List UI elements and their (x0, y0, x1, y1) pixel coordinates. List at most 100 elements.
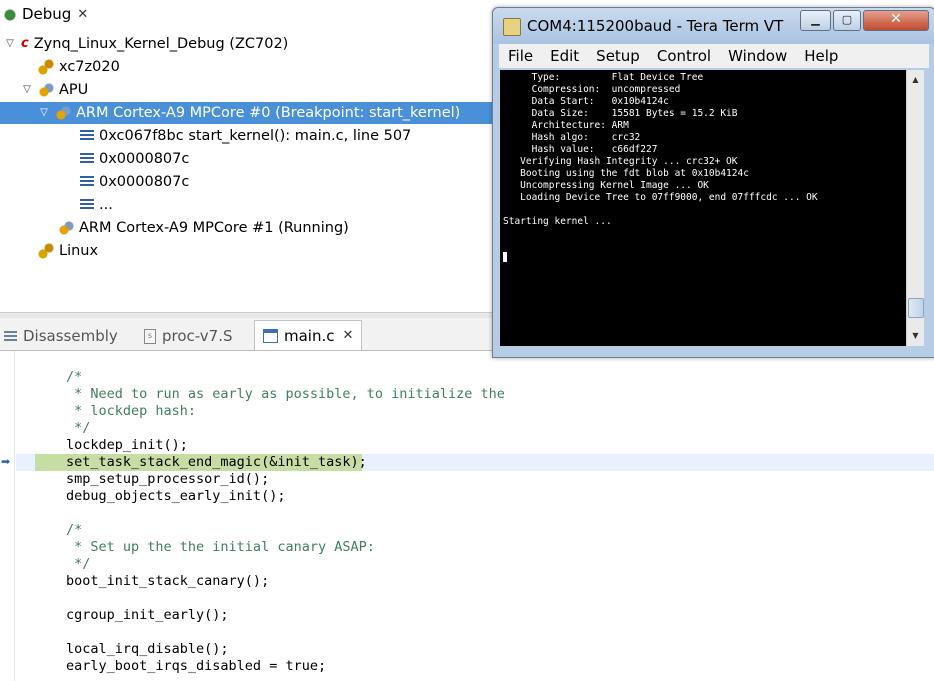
tree-item-apu[interactable]: ▽ APU (21, 79, 88, 101)
tree-item-core1[interactable]: ARM Cortex-A9 MPCore #1 (Running) (58, 217, 349, 239)
stack-frame-icon (80, 176, 94, 188)
teraterm-app-icon (503, 18, 521, 36)
terminal-line: Data Size: 15581 Bytes = 15.2 KiB (503, 108, 738, 119)
terminal-line: Compression: uncompressed (503, 84, 681, 95)
terminal-line: Loading Device Tree to 07ff9000, end 07f… (503, 192, 818, 203)
code-line[interactable]: * Set up the the initial canary ASAP: (66, 539, 375, 556)
tab-label: main.c (284, 326, 335, 345)
maximize-button[interactable]: ▢ (833, 10, 861, 31)
code-line[interactable]: /* (66, 522, 82, 539)
menu-help[interactable]: Help (795, 47, 846, 65)
tab-label: Disassembly (23, 327, 118, 345)
code-line[interactable]: debug_objects_early_init(); (66, 488, 285, 505)
code-line[interactable]: * lockdep hash: (66, 403, 196, 420)
scroll-up-icon[interactable]: ▲ (907, 72, 924, 88)
terminal-line: Uncompressing Kernel Image ... OK (503, 180, 709, 191)
code-line[interactable]: boot_init_stack_canary(); (66, 573, 269, 590)
core0-label: ARM Cortex-A9 MPCore #0 (Breakpoint: sta… (76, 105, 461, 121)
terminal-screen[interactable]: Type: Flat Device Tree Compression: unco… (500, 70, 906, 346)
chevron-down-icon[interactable]: ▽ (4, 33, 16, 55)
minimize-button[interactable]: ▁ (800, 10, 831, 31)
instruction-pointer-icon: ➡ (1, 455, 11, 468)
tab-disassembly[interactable]: Disassembly (4, 324, 118, 348)
processor-icon (38, 82, 54, 98)
teraterm-title: COM4:115200baud - Tera Term VT (527, 17, 784, 35)
debug-tab[interactable]: Debug ✕ (2, 3, 88, 25)
menu-window[interactable]: Window (719, 47, 795, 65)
terminal-line: Architecture: ARM (503, 120, 629, 131)
terminal-line: Hash value: c66df227 (503, 144, 658, 155)
menu-setup[interactable]: Setup (587, 47, 648, 65)
tree-item-launch[interactable]: ▽ c Zynq_Linux_Kernel_Debug (ZC702) (4, 33, 288, 55)
code-line[interactable]: * Need to run as early as possible, to i… (66, 386, 505, 403)
terminal-scrollbar[interactable]: ▲ ▼ (906, 70, 924, 346)
close-icon[interactable]: ✕ (343, 328, 354, 343)
terminal-line: Hash algo: crc32 (503, 132, 641, 143)
close-button[interactable]: ✕ (863, 10, 929, 31)
code-line[interactable]: local_irq_disable(); (66, 641, 229, 658)
stack-frame-label: 0x0000807c (99, 174, 190, 190)
suspended-thread-icon (55, 105, 71, 121)
linux-label: Linux (59, 243, 99, 259)
tab-label: proc-v7.S (162, 327, 233, 345)
tree-item-target[interactable]: xc7z020 (38, 56, 120, 78)
chevron-down-icon[interactable]: ▽ (21, 79, 33, 101)
launch-config-icon: c (21, 36, 29, 51)
code-line[interactable]: smp_setup_processor_id(); (66, 471, 269, 488)
debug-tab-label: Debug (22, 5, 72, 23)
menu-edit[interactable]: Edit (541, 47, 587, 65)
stack-frame-icon (80, 130, 94, 142)
code-line[interactable]: cgroup_init_early(); (66, 607, 229, 624)
chevron-down-icon[interactable]: ▽ (38, 102, 50, 124)
tree-item-core0[interactable]: ▽ ARM Cortex-A9 MPCore #0 (Breakpoint: s… (38, 102, 460, 124)
running-thread-icon (58, 220, 74, 236)
target-icon (38, 59, 54, 75)
stack-frame-0[interactable]: 0xc067f8bc start_kernel(): main.c, line … (78, 125, 411, 147)
tree-item-linux[interactable]: Linux (38, 240, 98, 262)
terminal-line: Booting using the fdt blob at 0x10b4124c (503, 168, 749, 179)
tab-main-c[interactable]: main.c ✕ (254, 320, 363, 350)
editor-ruler[interactable] (0, 351, 15, 681)
minimize-icon: ▁ (811, 13, 820, 26)
stack-frame-3[interactable]: ... (78, 194, 113, 216)
tab-proc-v7[interactable]: s proc-v7.S (144, 324, 233, 348)
stack-frame-label: 0xc067f8bc start_kernel(): main.c, line … (99, 128, 412, 144)
scroll-down-icon[interactable]: ▼ (907, 328, 924, 344)
c-file-icon (263, 328, 278, 343)
terminal-line: Data Start: 0x10b4124c (503, 96, 669, 107)
teraterm-menubar: File Edit Setup Control Window Help (499, 44, 929, 68)
maximize-icon: ▢ (841, 13, 853, 26)
menu-file[interactable]: File (499, 47, 541, 65)
stack-frame-label: 0x0000807c (99, 151, 190, 167)
code-line[interactable]: /* (66, 369, 82, 386)
terminal-cursor (503, 252, 507, 262)
asm-file-icon: s (144, 328, 156, 344)
apu-label: APU (59, 82, 89, 98)
scrollbar-thumb[interactable] (908, 298, 924, 318)
terminal-line: Verifying Hash Integrity ... crc32+ OK (503, 156, 738, 167)
teraterm-titlebar[interactable]: COM4:115200baud - Tera Term VT ▁ ▢ ✕ (493, 8, 934, 44)
stack-frame-icon (80, 199, 94, 211)
close-icon: ✕ (890, 11, 902, 27)
stack-frame-1[interactable]: 0x0000807c (78, 148, 189, 170)
terminal-line: Starting kernel ... (503, 216, 612, 227)
code-line[interactable]: lockdep_init(); (66, 437, 188, 454)
disassembly-icon (4, 330, 17, 342)
code-editor[interactable]: ➡ /* * Need to run as early as possible,… (0, 351, 934, 681)
code-line[interactable]: early_boot_irqs_disabled = true; (66, 658, 326, 675)
stack-frame-icon (80, 153, 94, 165)
close-icon[interactable]: ✕ (77, 7, 88, 22)
stack-frame-2[interactable]: 0x0000807c (78, 171, 189, 193)
teraterm-window[interactable]: COM4:115200baud - Tera Term VT ▁ ▢ ✕ Fil… (492, 7, 934, 358)
menu-control[interactable]: Control (648, 47, 719, 65)
launch-label: Zynq_Linux_Kernel_Debug (ZC702) (33, 36, 289, 52)
os-icon (38, 243, 54, 259)
code-line-current[interactable]: set_task_stack_end_magic(&init_task); (66, 454, 367, 471)
terminal-line: Type: Flat Device Tree (503, 72, 704, 83)
code-line[interactable]: */ (66, 420, 90, 437)
core1-label: ARM Cortex-A9 MPCore #1 (Running) (79, 220, 349, 236)
target-label: xc7z020 (59, 59, 120, 75)
stack-frame-label: ... (99, 197, 113, 213)
code-line[interactable]: */ (66, 556, 90, 573)
debug-bug-icon (2, 6, 18, 22)
